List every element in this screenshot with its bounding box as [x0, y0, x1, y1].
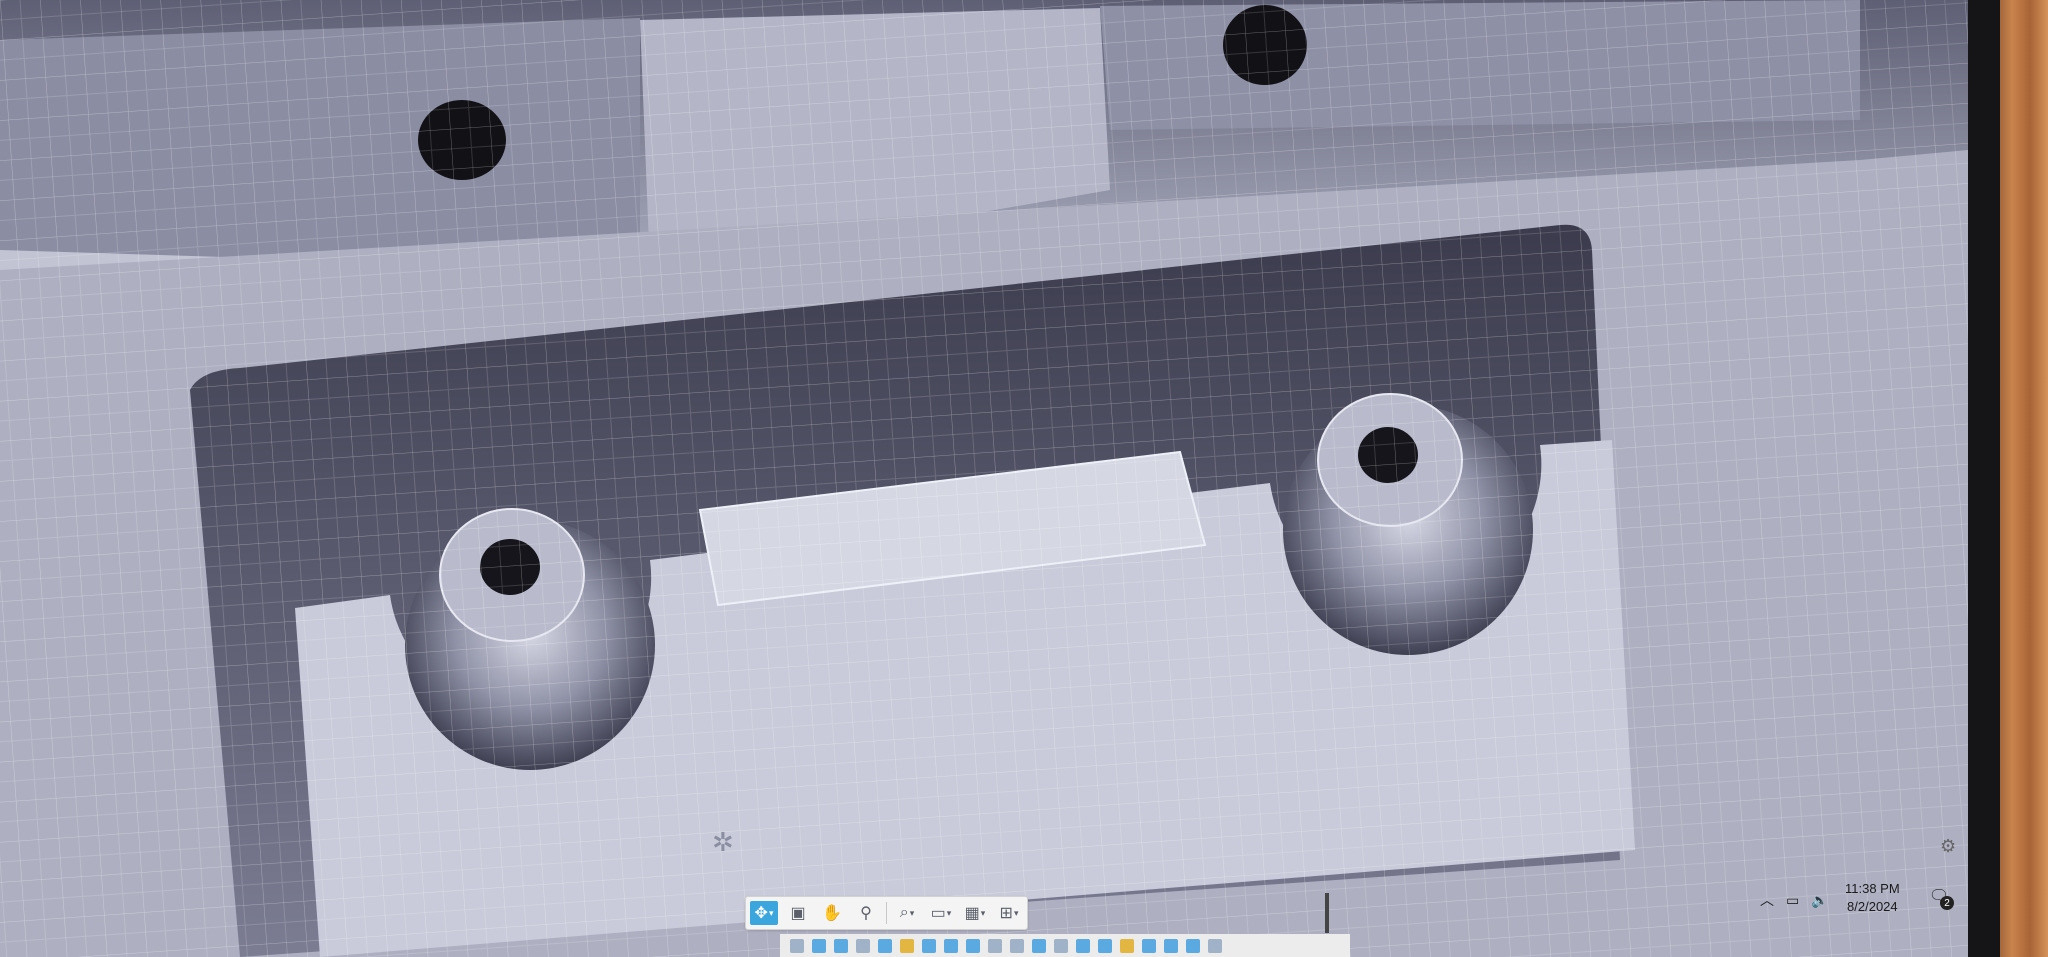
model-canvas[interactable]	[0, 0, 1968, 957]
display-settings-button[interactable]: ▭ ▾	[927, 901, 955, 925]
timeline-feature[interactable]	[1120, 938, 1134, 953]
timeline-feature[interactable]	[834, 938, 848, 953]
display-settings-icon: ▭	[930, 905, 946, 922]
zoom-button[interactable]: ⚲	[852, 901, 880, 925]
timeline-feature[interactable]	[790, 938, 804, 953]
chevron-down-icon: ▾	[768, 907, 774, 918]
timeline-feature[interactable]	[966, 938, 980, 953]
timeline-feature[interactable]	[900, 938, 914, 953]
hand-icon: ✋	[822, 905, 842, 922]
clock-time: 11:38 PM	[1845, 881, 1900, 896]
taskbar-clock[interactable]: 11:38 PM 8/2/2024	[1845, 880, 1900, 916]
chevron-down-icon: ▾	[980, 907, 986, 918]
timeline-feature[interactable]	[1208, 938, 1222, 953]
toolbar-divider	[886, 902, 887, 924]
timeline-feature[interactable]	[856, 938, 870, 953]
timeline-marker[interactable]	[1325, 893, 1329, 933]
notification-badge: 2	[1940, 896, 1954, 910]
timeline-feature[interactable]	[1054, 938, 1068, 953]
navigation-toolbar: ✥ ▾ ▣ ✋ ⚲ ⌕ ▾ ▭ ▾ ▦ ▾ ⊞ ▾	[745, 896, 1028, 930]
timeline-feature[interactable]	[1032, 938, 1046, 953]
battery-icon[interactable]: ▭	[1786, 892, 1799, 909]
design-timeline[interactable]	[780, 934, 1350, 957]
timeline-feature[interactable]	[812, 938, 826, 953]
grid-snaps-button[interactable]: ▦ ▾	[961, 901, 989, 925]
chevron-down-icon: ▾	[909, 907, 915, 918]
viewports-icon: ⊞	[999, 905, 1013, 922]
timeline-feature[interactable]	[1164, 938, 1178, 953]
fit-button[interactable]: ⌕ ▾	[893, 901, 921, 925]
timeline-feature[interactable]	[922, 938, 936, 953]
look-at-icon: ▣	[790, 905, 806, 922]
chevron-down-icon: ▾	[1013, 907, 1019, 918]
orbit-icon: ✥	[754, 905, 768, 922]
timeline-feature[interactable]	[1186, 938, 1200, 953]
zoom-icon: ⚲	[860, 905, 872, 922]
clock-date: 8/2/2024	[1847, 899, 1898, 914]
look-at-button[interactable]: ▣	[784, 901, 812, 925]
zoom-window-icon: ⌕	[899, 904, 909, 921]
timeline-feature[interactable]	[944, 938, 958, 953]
chevron-down-icon: ▾	[946, 907, 952, 918]
timeline-feature[interactable]	[1010, 938, 1024, 953]
timeline-feature[interactable]	[1098, 938, 1112, 953]
timeline-feature[interactable]	[1076, 938, 1090, 953]
pan-button[interactable]: ✋	[818, 901, 846, 925]
viewports-button[interactable]: ⊞ ▾	[995, 901, 1023, 925]
cad-viewport[interactable]: ✲ ⚙ ✥ ▾ ▣ ✋ ⚲ ⌕ ▾ ▭ ▾ ▦ ▾ ⊞ ▾ ︿ ▭ 🔈 11:38 PM …	[0, 0, 1968, 957]
chevron-up-icon[interactable]: ︿	[1760, 890, 1774, 910]
orbit-button[interactable]: ✥ ▾	[750, 901, 778, 925]
viewport-grid	[0, 0, 1968, 957]
grid-icon: ▦	[964, 905, 980, 922]
system-tray: ︿ ▭ 🔈	[1760, 880, 1829, 920]
timeline-feature[interactable]	[1142, 938, 1156, 953]
timeline-feature[interactable]	[988, 938, 1002, 953]
timeline-feature[interactable]	[878, 938, 892, 953]
volume-icon[interactable]: 🔈	[1811, 892, 1828, 909]
notification-button[interactable]: 🗨 2	[1926, 884, 1954, 910]
